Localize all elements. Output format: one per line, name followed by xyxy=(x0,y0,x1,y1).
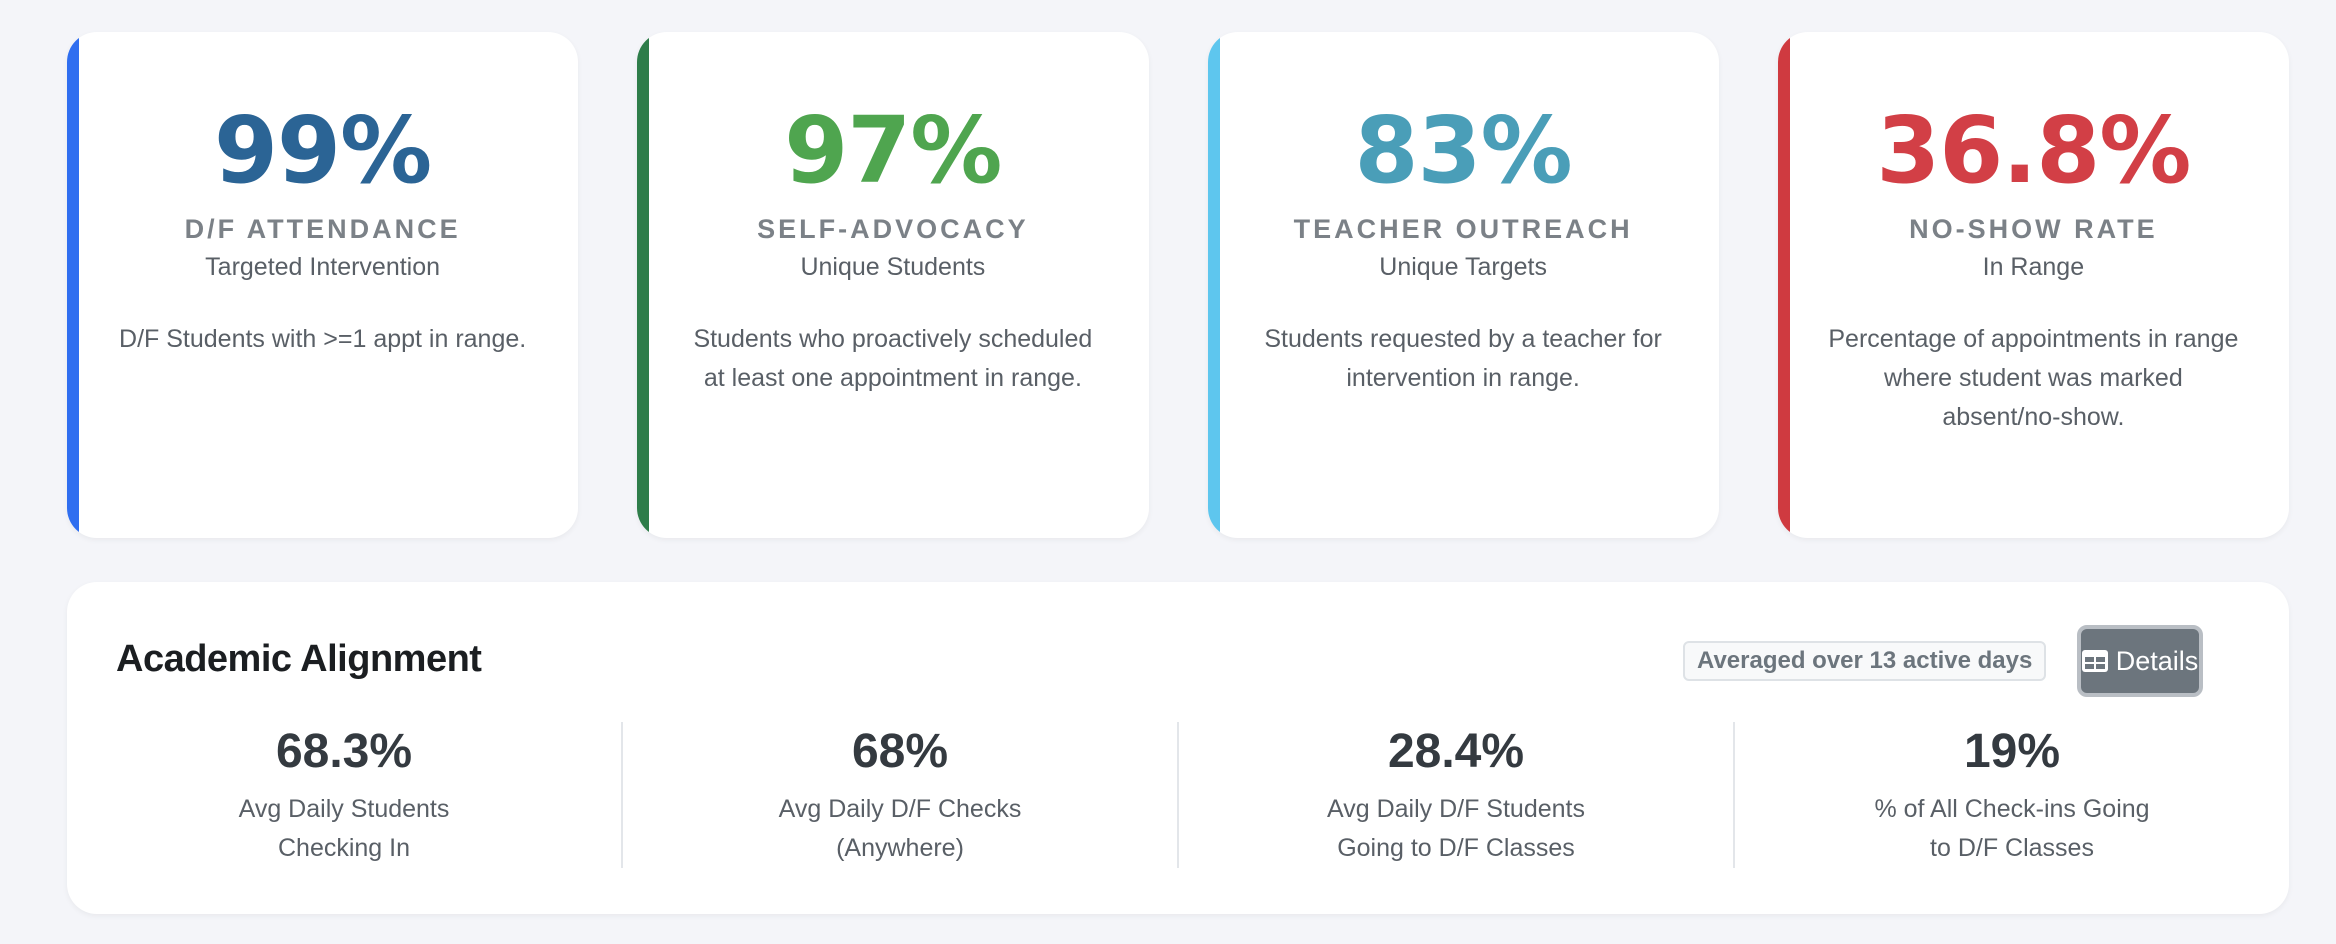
active-days-badge: Averaged over 13 active days xyxy=(1683,641,2047,681)
stat-description: Students requested by a teacher for inte… xyxy=(1264,325,1662,392)
metric-value: 19% xyxy=(1963,725,2061,778)
alignment-metrics: 68.3% Avg Daily Students Checking In 68%… xyxy=(67,722,2289,868)
stat-value: 83% xyxy=(1354,97,1573,204)
stat-value: 97% xyxy=(784,97,1002,204)
stat-title: Teacher Outreach xyxy=(1293,214,1633,244)
stat-cards-row: 99% D/F Attendance Targeted Intervention… xyxy=(67,32,2289,538)
stat-subtitle: In Range xyxy=(1982,253,2085,281)
stat-value: 99% xyxy=(214,97,432,204)
metric-label: % of All Check-ins Going to D/F Classes xyxy=(1874,795,2150,862)
stat-title: Self-Advocacy xyxy=(757,214,1029,244)
stat-card-teacher-outreach: 83% Teacher Outreach Unique Targets Stud… xyxy=(1207,32,1719,538)
details-button[interactable]: Details xyxy=(2077,625,2203,697)
metric-value: 28.4% xyxy=(1387,725,1525,778)
metric-value: 68% xyxy=(851,725,949,778)
card-accent-bar xyxy=(637,32,650,538)
stat-title: D/F Attendance xyxy=(184,214,461,244)
panel-title: Academic Alignment xyxy=(116,638,482,680)
metric-label: Avg Daily D/F Checks (Anywhere) xyxy=(778,795,1022,862)
metric-label: Avg Daily Students Checking In xyxy=(238,795,450,862)
metric-value: 68.3% xyxy=(275,725,413,778)
stat-card-df-attendance: 99% D/F Attendance Targeted Intervention… xyxy=(67,32,579,538)
metric-avg-daily-df-checks: 68% Avg Daily D/F Checks (Anywhere) xyxy=(621,722,1177,868)
stat-title: No-Show Rate xyxy=(1909,214,2158,244)
card-accent-bar xyxy=(67,32,79,538)
academic-alignment-panel: Academic Alignment Averaged over 13 acti… xyxy=(67,582,2289,914)
stat-description: Students who proactively scheduled at le… xyxy=(693,325,1093,392)
stat-description: Percentage of appointments in range wher… xyxy=(1828,325,2239,431)
stat-subtitle: Unique Students xyxy=(800,253,986,281)
metric-avg-daily-df-to-df-classes: 28.4% Avg Daily D/F Students Going to D/… xyxy=(1177,722,1733,868)
stat-card-no-show-rate: 36.8% No-Show Rate In Range Percentage o… xyxy=(1777,32,2289,538)
stat-description: D/F Students with >=1 appt in range. xyxy=(119,325,527,353)
metric-avg-daily-checking-in: 68.3% Avg Daily Students Checking In xyxy=(67,722,621,868)
stat-subtitle: Unique Targets xyxy=(1379,253,1547,281)
card-accent-bar xyxy=(1207,32,1220,538)
stat-subtitle: Targeted Intervention xyxy=(205,253,441,281)
metric-pct-checkins-to-df-classes: 19% % of All Check-ins Going to D/F Clas… xyxy=(1733,722,2289,868)
table-icon xyxy=(2081,650,2108,672)
stat-card-self-advocacy: 97% Self-Advocacy Unique Students Studen… xyxy=(637,32,1149,538)
metric-label: Avg Daily D/F Students Going to D/F Clas… xyxy=(1327,795,1585,862)
details-button-label: Details xyxy=(2115,645,2199,676)
stat-value: 36.8% xyxy=(1876,97,2191,204)
card-accent-bar xyxy=(1777,32,1790,538)
